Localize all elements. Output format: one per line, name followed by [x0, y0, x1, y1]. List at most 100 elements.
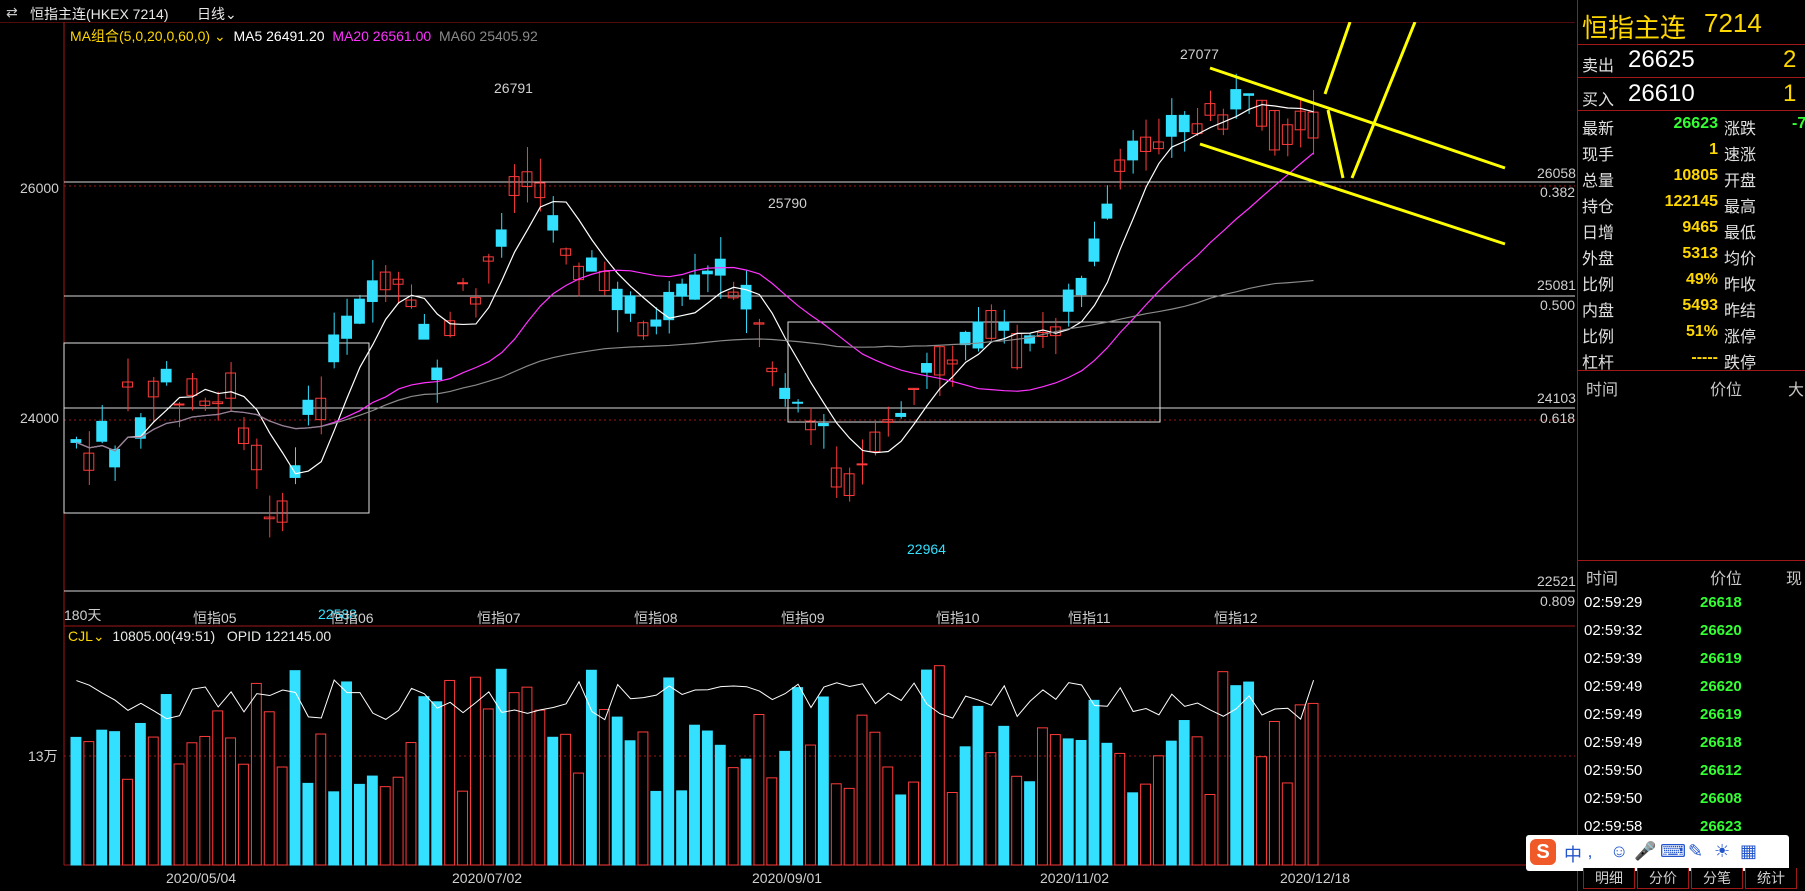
candle-body — [650, 319, 662, 327]
sogou-logo-icon[interactable]: S — [1530, 839, 1556, 865]
period-selector[interactable]: 日线⌄ — [197, 4, 237, 24]
volume-bar — [1152, 755, 1164, 866]
swap-arrows-icon[interactable]: ⇄ — [6, 4, 18, 21]
skin-icon[interactable]: ☀ — [1714, 841, 1730, 862]
volume-bar — [1011, 775, 1023, 866]
volume-bar — [134, 722, 146, 866]
volume-bar — [289, 670, 301, 866]
tab-ticks[interactable]: 分笔 — [1691, 868, 1743, 889]
volume-bar — [212, 710, 224, 866]
candle-body — [366, 280, 378, 302]
candle-body — [701, 270, 713, 275]
volume-bar — [895, 794, 907, 866]
volume-bar — [405, 742, 417, 866]
quote-field-value: 26623 — [1673, 115, 1719, 132]
volume-bar — [521, 686, 533, 866]
candle-body — [431, 367, 443, 381]
ask-price: 26625 — [1628, 46, 1695, 73]
quote-field-label2: 开盘 — [1724, 173, 1757, 190]
trade-row[interactable]: 02:59:29 26618 — [1578, 590, 1805, 618]
candle-body — [1088, 238, 1100, 262]
breakout-arrow-2 — [1350, 21, 1417, 179]
trade-row[interactable]: 02:59:50 26612 — [1578, 758, 1805, 786]
volume-bar — [482, 708, 494, 866]
volume-bar — [173, 763, 185, 866]
trade-time: 02:59:49 — [1584, 678, 1643, 695]
volume-bar — [1204, 794, 1216, 866]
volume-bar — [354, 783, 365, 866]
toolbox-icon[interactable]: ✎ — [1688, 841, 1703, 862]
ma-group-selector[interactable]: MA组合(5,0,20,0,60,0) ⌄ — [70, 28, 226, 44]
ask-row[interactable]: 卖出 26625 2 — [1578, 46, 1805, 76]
trade-time: 02:59:49 — [1584, 706, 1643, 723]
volume-bar — [573, 772, 584, 866]
chart-header: ⇄ 恒指主连(HKEX 7214) 日线⌄ — [0, 0, 1575, 22]
trade-price: 26618 — [1700, 734, 1742, 751]
quote-field-label2: 最高 — [1724, 199, 1757, 216]
volume-bar — [457, 790, 468, 866]
keyboard-icon[interactable]: ⌨ — [1660, 841, 1686, 862]
volume-bar — [882, 766, 894, 866]
volume-bar — [676, 790, 688, 866]
quote-field-value: 1 — [1709, 141, 1718, 158]
pullback-arrow — [1326, 109, 1345, 179]
volume-bar — [1165, 740, 1177, 866]
volume-bar — [1307, 702, 1319, 866]
trade-row[interactable]: 02:59:32 26620 — [1578, 618, 1805, 646]
fib-price-0500: 25081 — [1537, 277, 1576, 293]
volume-bar — [1075, 739, 1087, 866]
ime-language-toggle[interactable]: 中 — [1564, 841, 1582, 867]
volume-bar — [817, 696, 829, 866]
volume-bar — [1294, 704, 1306, 866]
candle-body — [160, 368, 172, 383]
candle-body — [457, 282, 468, 285]
trade-row[interactable]: 02:59:39 26619 — [1578, 646, 1805, 674]
candle-body — [959, 331, 971, 346]
trade-price: 26612 — [1700, 762, 1742, 779]
volume-bar — [946, 791, 958, 866]
trade-row[interactable]: 02:59:49 26619 — [1578, 702, 1805, 730]
quote-field-row: 比例 49% 昨收 — [1578, 268, 1805, 294]
volume-bar — [1230, 685, 1242, 866]
volume-bar — [805, 744, 816, 866]
trade-row[interactable]: 02:59:49 26620 — [1578, 674, 1805, 702]
trade-time: 02:59:32 — [1584, 622, 1643, 639]
trade-row[interactable]: 02:59:50 26608 — [1578, 786, 1805, 814]
volume-bar — [431, 701, 443, 866]
candle-body — [611, 288, 623, 311]
volume-indicator-selector[interactable]: CJL⌄ — [68, 628, 105, 644]
tab-statistics[interactable]: 统计 — [1745, 868, 1797, 889]
fib-ratio-0500: 0.500 — [1540, 297, 1576, 313]
fib-price-0382: 26058 — [1537, 165, 1576, 181]
candle-body — [1165, 114, 1177, 137]
bid-row[interactable]: 买入 26610 1 — [1578, 80, 1805, 110]
bottom-tabs: 明细 分价 分笔 统计 — [1577, 866, 1805, 891]
volume-bar — [1024, 781, 1035, 866]
kline-chart[interactable] — [0, 0, 1575, 891]
candle-body — [792, 401, 804, 404]
candle-body — [1127, 140, 1139, 161]
tab-price-distribution[interactable]: 分价 — [1637, 868, 1689, 889]
candle-body — [1178, 114, 1190, 133]
month-label-12: 恒指12 — [1214, 610, 1258, 626]
ma60-line — [76, 279, 1314, 452]
microphone-icon[interactable]: 🎤 — [1634, 841, 1656, 862]
quote-field-row: 现手 1 速涨 — [1578, 138, 1805, 164]
punctuation-icon[interactable]: ‚ — [1588, 841, 1592, 862]
trade-price: 26619 — [1700, 650, 1742, 667]
candle-body — [676, 283, 688, 297]
candle-body — [1243, 93, 1255, 96]
candle-body — [354, 298, 365, 324]
volume-bar — [444, 679, 456, 866]
quote-field-label2[interactable]: 均价 — [1724, 245, 1756, 269]
trades-list[interactable]: 02:59:29 26618 02:59:32 26620 02:59:39 26619 0… — [1578, 590, 1805, 840]
emoji-icon[interactable]: ☺ — [1610, 841, 1628, 862]
candle-body — [585, 257, 597, 272]
quote-field-row: 杠杆 ----- 跌停 — [1578, 346, 1805, 372]
volume-bar — [843, 787, 855, 866]
trade-row[interactable]: 02:59:49 26618 — [1578, 730, 1805, 758]
quote-field-row: 最新 26623 涨跌 -7 — [1578, 112, 1805, 138]
tab-detail[interactable]: 明细 — [1583, 868, 1635, 889]
big-ticks-header: 时间 价位 大 — [1586, 382, 1805, 399]
grid-menu-icon[interactable]: ▦ — [1740, 841, 1757, 862]
